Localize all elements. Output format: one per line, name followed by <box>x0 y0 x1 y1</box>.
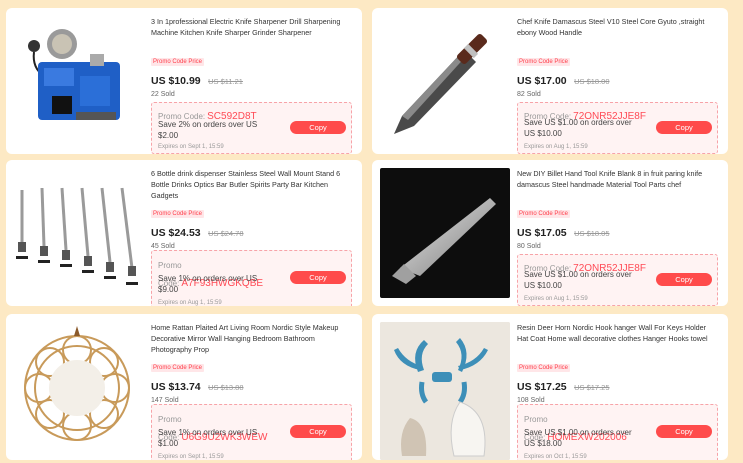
coupon-box: Promo Code: A7F93HWGKQBE Save 1% on order… <box>151 250 352 306</box>
coupon-box: Promo Code: SC592D8T Save 2% on orders ov… <box>151 102 352 154</box>
coupon-condition: Save US $1.00 on orders over US $10.00 <box>524 118 632 138</box>
coupon-expiry: Expires on Sept 1, 15:59 <box>158 144 224 150</box>
rattan-mirror-image[interactable] <box>14 322 140 448</box>
promo-code-price-badge: Promo Code Price <box>517 210 571 218</box>
current-price: US $17.00 <box>517 75 567 87</box>
damascus-chef-knife-image[interactable] <box>380 16 506 142</box>
sold-count: 45 Sold <box>151 243 175 250</box>
sold-count: 82 Sold <box>517 91 541 98</box>
current-price: US $24.53 <box>151 227 201 239</box>
product-title[interactable]: Chef Knife Damascus Steel V10 Steel Core… <box>517 16 718 50</box>
current-price: US $17.25 <box>517 381 567 393</box>
promo-code-price-badge: Promo Code Price <box>517 364 571 372</box>
deer-horn-hook-image[interactable] <box>380 322 510 460</box>
copy-button[interactable]: Copy <box>290 425 346 438</box>
bottle-dispenser-image[interactable] <box>14 168 140 294</box>
coupon-condition: Save US $1.00 on orders over US $10.00 <box>524 270 632 290</box>
sold-count: 108 Sold <box>517 397 545 404</box>
original-price: US $13.88 <box>208 383 244 392</box>
copy-button[interactable]: Copy <box>290 121 346 134</box>
original-price: US $24.78 <box>208 229 244 238</box>
product-card[interactable]: 3 In 1professional Electric Knife Sharpe… <box>6 8 362 154</box>
promo-code-price-badge: Promo Code Price <box>517 58 571 66</box>
original-price: US $11.21 <box>208 77 243 86</box>
copy-button[interactable]: Copy <box>656 121 712 134</box>
copy-button[interactable]: Copy <box>656 425 712 438</box>
coupon-box: Promo Code: HOMEXW202006 Save US $1.00 on… <box>517 404 718 460</box>
electric-knife-sharpener-image[interactable] <box>14 16 140 142</box>
coupon-box: Promo Code: 72ONR52JJE8F Save US $1.00 on… <box>517 254 718 306</box>
coupon-expiry: Expires on Sept 1, 15:59 <box>158 454 224 460</box>
current-price: US $10.99 <box>151 75 201 87</box>
coupon-box: Promo Code: U6G9U2WK3WEW Save 1% on order… <box>151 404 352 460</box>
coupon-box: Promo Code: 72ONR52JJE8F Save US $1.00 on… <box>517 102 718 154</box>
product-card[interactable]: Resin Deer Horn Nordic Hook hanger Wall … <box>372 314 728 460</box>
copy-button[interactable]: Copy <box>290 271 346 284</box>
coupon-expiry: Expires on Oct 1, 15:59 <box>524 454 587 460</box>
sold-count: 147 Sold <box>151 397 179 404</box>
copy-button[interactable]: Copy <box>656 273 712 286</box>
coupon-condition: Save US $1.00 on orders over US $18.00 <box>524 428 632 448</box>
product-title[interactable]: Resin Deer Horn Nordic Hook hanger Wall … <box>517 322 718 356</box>
sold-count: 22 Sold <box>151 91 175 98</box>
coupon-expiry: Expires on Aug 1, 15:59 <box>524 296 588 302</box>
original-price: US $18.00 <box>574 77 610 86</box>
promo-code-price-badge: Promo Code Price <box>151 364 205 372</box>
original-price: US $17.25 <box>574 383 610 392</box>
promo-code-price-badge: Promo Code Price <box>151 210 205 218</box>
product-card[interactable]: Home Rattan Plaited Art Living Room Nord… <box>6 314 362 460</box>
promo-code-price-badge: Promo Code Price <box>151 58 205 66</box>
original-price: US $18.05 <box>574 229 610 238</box>
sold-count: 80 Sold <box>517 243 541 250</box>
product-title[interactable]: New DIY Billet Hand Tool Knife Blank 8 i… <box>517 168 718 202</box>
product-card[interactable]: Chef Knife Damascus Steel V10 Steel Core… <box>372 8 728 154</box>
coupon-condition: Save 1% on orders over US $9.00 <box>158 274 258 294</box>
product-title[interactable]: Home Rattan Plaited Art Living Room Nord… <box>151 322 352 356</box>
product-card[interactable]: New DIY Billet Hand Tool Knife Blank 8 i… <box>372 160 728 306</box>
coupon-expiry: Expires on Aug 1, 15:59 <box>524 144 588 150</box>
product-title[interactable]: 6 Bottle drink dispenser Stainless Steel… <box>151 168 352 202</box>
coupon-condition: Save 2% on orders over US $2.00 <box>158 120 258 140</box>
current-price: US $17.05 <box>517 227 567 239</box>
coupon-expiry: Expires on Aug 1, 15:59 <box>158 300 222 306</box>
coupon-condition: Save 1% on orders over US $1.00 <box>158 428 258 448</box>
current-price: US $13.74 <box>151 381 201 393</box>
knife-blank-image[interactable] <box>380 168 510 298</box>
product-card[interactable]: 6 Bottle drink dispenser Stainless Steel… <box>6 160 362 306</box>
product-title[interactable]: 3 In 1professional Electric Knife Sharpe… <box>151 16 352 50</box>
